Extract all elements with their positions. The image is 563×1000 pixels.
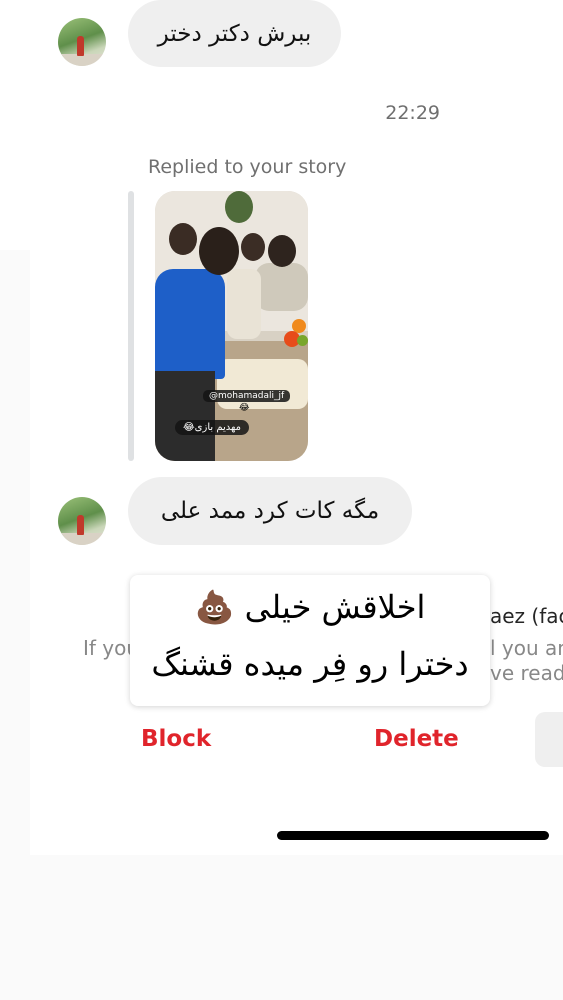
message-text: مگه کات کرد ممد علی	[160, 498, 380, 524]
replied-to-story-label: Replied to your story	[148, 156, 347, 178]
overlay-caption-card: اخلاقش خیلی 💩 دخترا رو فِر میده قشنگ	[130, 575, 490, 706]
message-bubble[interactable]: مگه کات کرد ممد علی	[128, 477, 412, 545]
request-info-text: l you an	[490, 636, 563, 660]
reply-quote-bar	[128, 191, 134, 461]
block-button[interactable]: Block	[141, 726, 211, 752]
bottom-background	[0, 855, 563, 1000]
story-caption: مهدیم بازی😂	[175, 420, 250, 435]
accept-button[interactable]	[535, 712, 563, 767]
story-head	[268, 235, 296, 267]
avatar-figure	[77, 515, 84, 535]
story-person-middle	[227, 269, 261, 339]
message-text: ببرش دکتر دختر	[157, 20, 312, 47]
story-person-blue-shirt	[155, 269, 225, 379]
home-indicator[interactable]	[277, 831, 549, 840]
message-bubble[interactable]: ببرش دکتر دختر	[128, 0, 341, 67]
overlay-caption-line: دخترا رو فِر میده قشنگ	[151, 645, 469, 683]
story-person-right	[255, 263, 308, 311]
story-mention-tag: @mohamadali_jf	[203, 390, 291, 402]
request-sender-name: aez (fac	[490, 604, 563, 628]
dm-thread-screen: ببرش دکتر دختر 22:29 Replied to your sto…	[0, 0, 563, 1000]
story-fruit	[297, 335, 308, 346]
avatar-figure	[77, 36, 84, 56]
story-emoji: 😂	[239, 403, 250, 413]
message-timestamp: 22:29	[385, 102, 440, 124]
story-head	[241, 233, 265, 261]
overlay-caption-line: اخلاقش خیلی 💩	[194, 588, 426, 626]
story-head	[199, 227, 239, 275]
story-head	[169, 223, 197, 255]
sender-avatar[interactable]	[58, 497, 106, 545]
request-info-text: ve read	[490, 661, 563, 685]
sender-avatar[interactable]	[58, 18, 106, 66]
story-person-pants	[155, 371, 215, 461]
story-thumbnail[interactable]: @mohamadali_jf 😂 مهدیم بازی😂	[155, 191, 308, 461]
delete-button[interactable]: Delete	[374, 726, 459, 752]
story-plant	[225, 191, 253, 223]
